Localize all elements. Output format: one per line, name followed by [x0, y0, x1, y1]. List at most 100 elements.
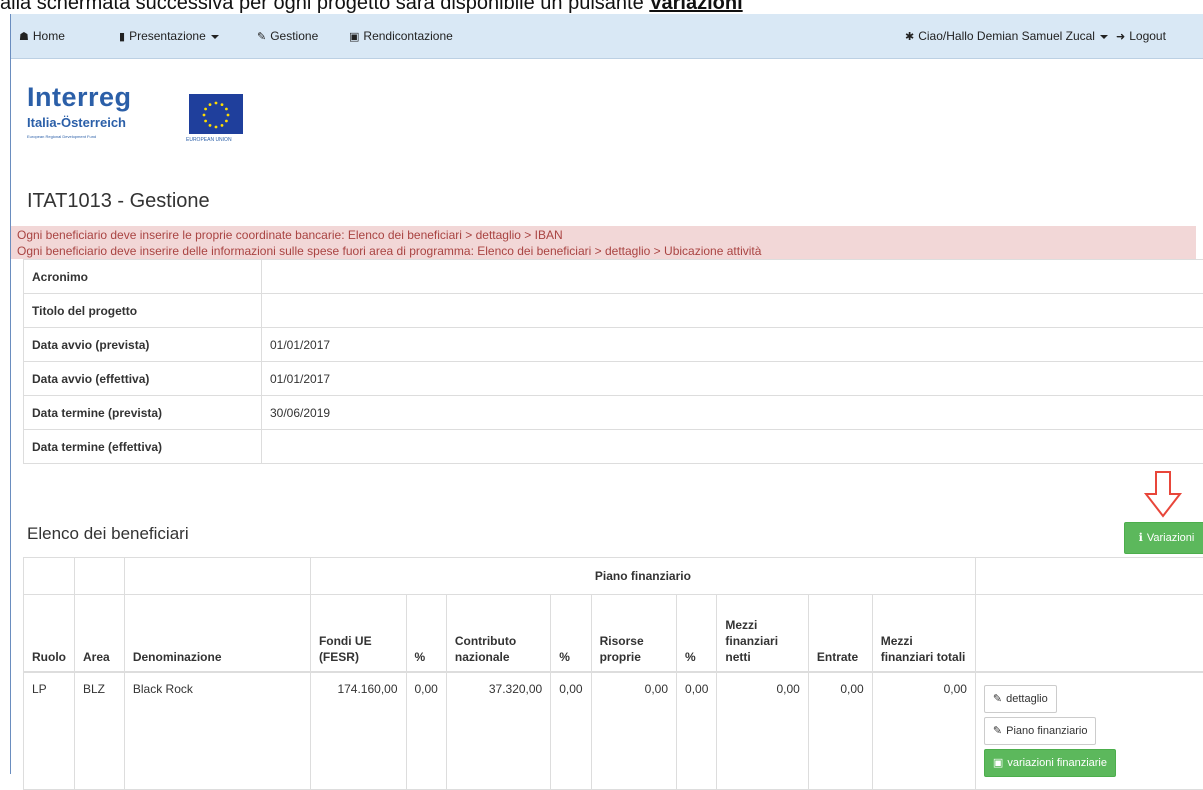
edit-icon: ✎	[993, 693, 1002, 705]
logo-fineprint: European Regional Development Fund	[27, 134, 96, 139]
nav-logout-label: Logout	[1129, 29, 1166, 43]
col-actions	[975, 595, 1203, 672]
group-header-piano: Piano finanziario	[310, 558, 975, 595]
nav-rendicontazione[interactable]: ▣ Rendicontazione	[349, 14, 453, 58]
col-fondi-ue: Fondi UE (FESR)	[310, 595, 406, 672]
alert-line: Ogni beneficiario deve inserire delle in…	[17, 243, 1196, 259]
table-group-header: Piano finanziario	[24, 558, 1203, 595]
empty-header	[75, 558, 125, 595]
chevron-down-icon	[1100, 35, 1108, 39]
banknote-icon: ▣	[349, 31, 359, 43]
piano-finanziario-label: Piano finanziario	[1006, 725, 1087, 737]
variazioni-button-label: Variazioni	[1147, 532, 1195, 544]
browser-page: ☗ Home ▮ Presentazione ✎ Gestione ▣ Rendicon…	[10, 14, 1203, 774]
variazioni-button[interactable]: ℹ Variazioni	[1124, 522, 1203, 554]
table-row: Acronimo	[24, 260, 1203, 294]
nav-presentazione-label: Presentazione	[129, 29, 206, 43]
piano-finanziario-button[interactable]: ✎ Piano finanziario	[984, 717, 1097, 745]
col-denominazione: Denominazione	[124, 595, 310, 672]
info-label: Titolo del progetto	[24, 294, 262, 328]
cell-pct: 0,00	[677, 672, 717, 790]
nav-gestione[interactable]: ✎ Gestione	[257, 14, 318, 58]
cell-entrate: 0,00	[808, 672, 872, 790]
home-icon: ☗	[19, 31, 29, 43]
nav-presentazione-dropdown[interactable]: ▮ Presentazione	[119, 14, 219, 58]
nav-user-dropdown[interactable]: ✱ Ciao/Hallo Demian Samuel Zucal	[905, 14, 1108, 58]
cell-contributo: 37.320,00	[446, 672, 550, 790]
file-icon: ▮	[119, 31, 125, 43]
caption-emphasis: Variazioni	[649, 0, 742, 13]
variazioni-finanziarie-button[interactable]: ▣ variazioni finanziarie	[984, 749, 1116, 777]
col-area: Area	[75, 595, 125, 672]
nav-logout[interactable]: ➜ Logout	[1116, 14, 1166, 58]
table-row: Data termine (effettiva)	[24, 430, 1203, 464]
empty-header	[24, 558, 75, 595]
table-header-row: Ruolo Area Denominazione Fondi UE (FESR)…	[24, 595, 1203, 672]
col-entrate: Entrate	[808, 595, 872, 672]
beneficiaries-title: Elenco dei beneficiari	[27, 524, 189, 544]
project-info-table: Acronimo Titolo del progetto Data avvio …	[23, 259, 1203, 464]
logo-subtitle: Italia-Österreich	[27, 115, 126, 130]
dettaglio-button[interactable]: ✎dettaglio	[984, 685, 1057, 713]
info-value: 01/01/2017	[262, 362, 1203, 396]
info-label: Acronimo	[24, 260, 262, 294]
cell-pct: 0,00	[406, 672, 446, 790]
edit-icon: ✎	[993, 725, 1002, 737]
col-contributo: Contributo nazionale	[446, 595, 550, 672]
info-value	[262, 294, 1203, 328]
col-mezzi-totali: Mezzi finanziari totali	[872, 595, 975, 672]
cell-pct: 0,00	[551, 672, 591, 790]
interreg-logo: Interreg Italia-Österreich European Regi…	[27, 82, 267, 157]
banknote-icon: ▣	[993, 757, 1003, 769]
info-label: Data termine (effettiva)	[24, 430, 262, 464]
caption-text: alla schermata successiva per ogni proge…	[0, 0, 649, 13]
logout-icon: ➜	[1116, 31, 1125, 43]
table-row: Data avvio (effettiva) 01/01/2017	[24, 362, 1203, 396]
info-label: Data termine (prevista)	[24, 396, 262, 430]
nav-home[interactable]: ☗ Home	[19, 14, 65, 58]
document-caption: alla schermata successiva per ogni proge…	[0, 0, 1203, 13]
page-title: ITAT1013 - Gestione	[27, 190, 210, 213]
cell-actions: ✎dettaglio ✎ Piano finanziario ▣ variazion…	[975, 672, 1203, 790]
cell-ruolo: LP	[24, 672, 75, 790]
info-value	[262, 430, 1203, 464]
beneficiaries-table: Piano finanziario Ruolo Area Denominazio…	[23, 557, 1203, 790]
top-navbar: ☗ Home ▮ Presentazione ✎ Gestione ▣ Rendicon…	[11, 14, 1203, 59]
col-ruolo: Ruolo	[24, 595, 75, 672]
chevron-down-icon	[211, 35, 219, 39]
table-row: Data termine (prevista) 30/06/2019	[24, 396, 1203, 430]
empty-header	[124, 558, 310, 595]
cell-area: BLZ	[75, 672, 125, 790]
eu-flag-icon	[189, 94, 243, 134]
cell-fondi-ue: 174.160,00	[310, 672, 406, 790]
cell-denominazione: Black Rock	[124, 672, 310, 790]
nav-gestione-label: Gestione	[270, 29, 318, 43]
pencil-icon: ✎	[257, 31, 266, 43]
info-value	[262, 260, 1203, 294]
table-row: LP BLZ Black Rock 174.160,00 0,00 37.320…	[24, 672, 1203, 790]
cell-mezzi-totali: 0,00	[872, 672, 975, 790]
variazioni-finanziarie-label: variazioni finanziarie	[1007, 757, 1107, 769]
info-label: Data avvio (prevista)	[24, 328, 262, 362]
empty-header	[975, 558, 1203, 595]
gear-icon: ✱	[905, 31, 914, 43]
col-risorse: Risorse proprie	[591, 595, 676, 672]
eu-label: EUROPEAN UNION	[186, 137, 232, 143]
logo-wordmark: Interreg	[27, 82, 132, 113]
col-pct: %	[406, 595, 446, 672]
info-value: 01/01/2017	[262, 328, 1203, 362]
alert-line: Ogni beneficiario deve inserire le propr…	[17, 227, 1196, 243]
nav-rendicontazione-label: Rendicontazione	[363, 29, 452, 43]
nav-user-label: Ciao/Hallo Demian Samuel Zucal	[918, 29, 1095, 43]
col-pct: %	[551, 595, 591, 672]
info-icon: ℹ	[1139, 532, 1143, 544]
table-row: Data avvio (prevista) 01/01/2017	[24, 328, 1203, 362]
cell-mezzi-netti: 0,00	[717, 672, 808, 790]
col-pct: %	[677, 595, 717, 672]
info-value: 30/06/2019	[262, 396, 1203, 430]
table-row: Titolo del progetto	[24, 294, 1203, 328]
nav-home-label: Home	[33, 29, 65, 43]
info-label: Data avvio (effettiva)	[24, 362, 262, 396]
alert-box: Ogni beneficiario deve inserire le propr…	[11, 226, 1196, 259]
cell-risorse: 0,00	[591, 672, 676, 790]
